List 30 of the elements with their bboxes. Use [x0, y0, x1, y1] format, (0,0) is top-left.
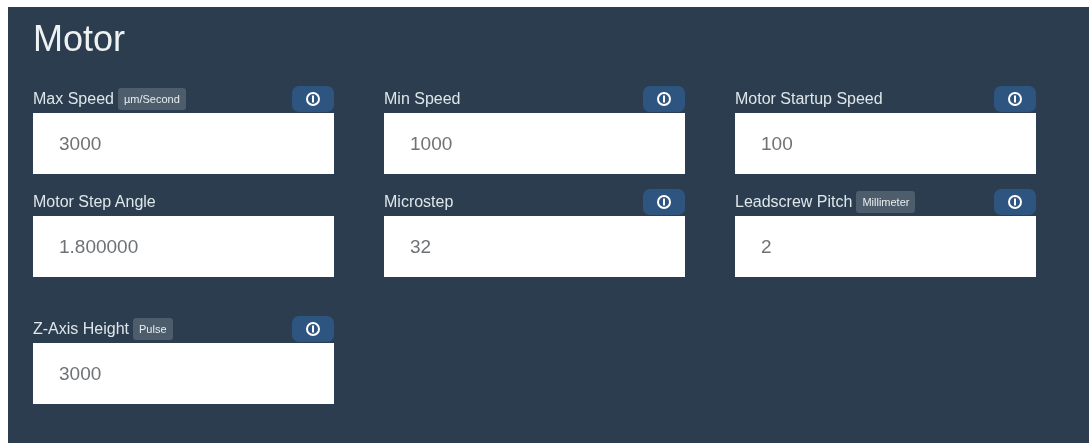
input-field[interactable]: 1000 [384, 113, 685, 174]
input-field[interactable]: 3000 [33, 113, 334, 174]
info-button[interactable] [643, 189, 685, 215]
field-label: Min Speed [384, 89, 461, 109]
field-label: Leadscrew Pitch [735, 192, 853, 212]
info-button[interactable] [292, 86, 334, 112]
field-label: Motor Step Angle [33, 192, 156, 212]
info-button[interactable] [292, 316, 334, 342]
info-icon [657, 195, 671, 209]
info-button[interactable] [994, 189, 1036, 215]
section-title: Motor [33, 17, 127, 61]
field-label: Microstep [384, 192, 454, 212]
info-icon [306, 322, 320, 336]
unit-badge: µm/Second [117, 87, 186, 111]
input-field[interactable]: 32 [384, 216, 685, 277]
info-icon [1008, 195, 1022, 209]
unit-badge: Pulse [133, 317, 173, 341]
field-label: Z-Axis Height [33, 319, 130, 339]
info-button[interactable] [994, 86, 1036, 112]
info-icon [657, 92, 671, 106]
info-icon [306, 92, 320, 106]
input-field[interactable]: 1.800000 [33, 216, 334, 277]
info-icon [1008, 92, 1022, 106]
input-field[interactable]: 3000 [33, 343, 334, 404]
info-button[interactable] [643, 86, 685, 112]
input-field[interactable]: 100 [735, 113, 1036, 174]
field-label: Max Speed [33, 89, 114, 109]
input-field[interactable]: 2 [735, 216, 1036, 277]
field-label: Motor Startup Speed [735, 89, 883, 109]
unit-badge: Millimeter [856, 190, 916, 214]
